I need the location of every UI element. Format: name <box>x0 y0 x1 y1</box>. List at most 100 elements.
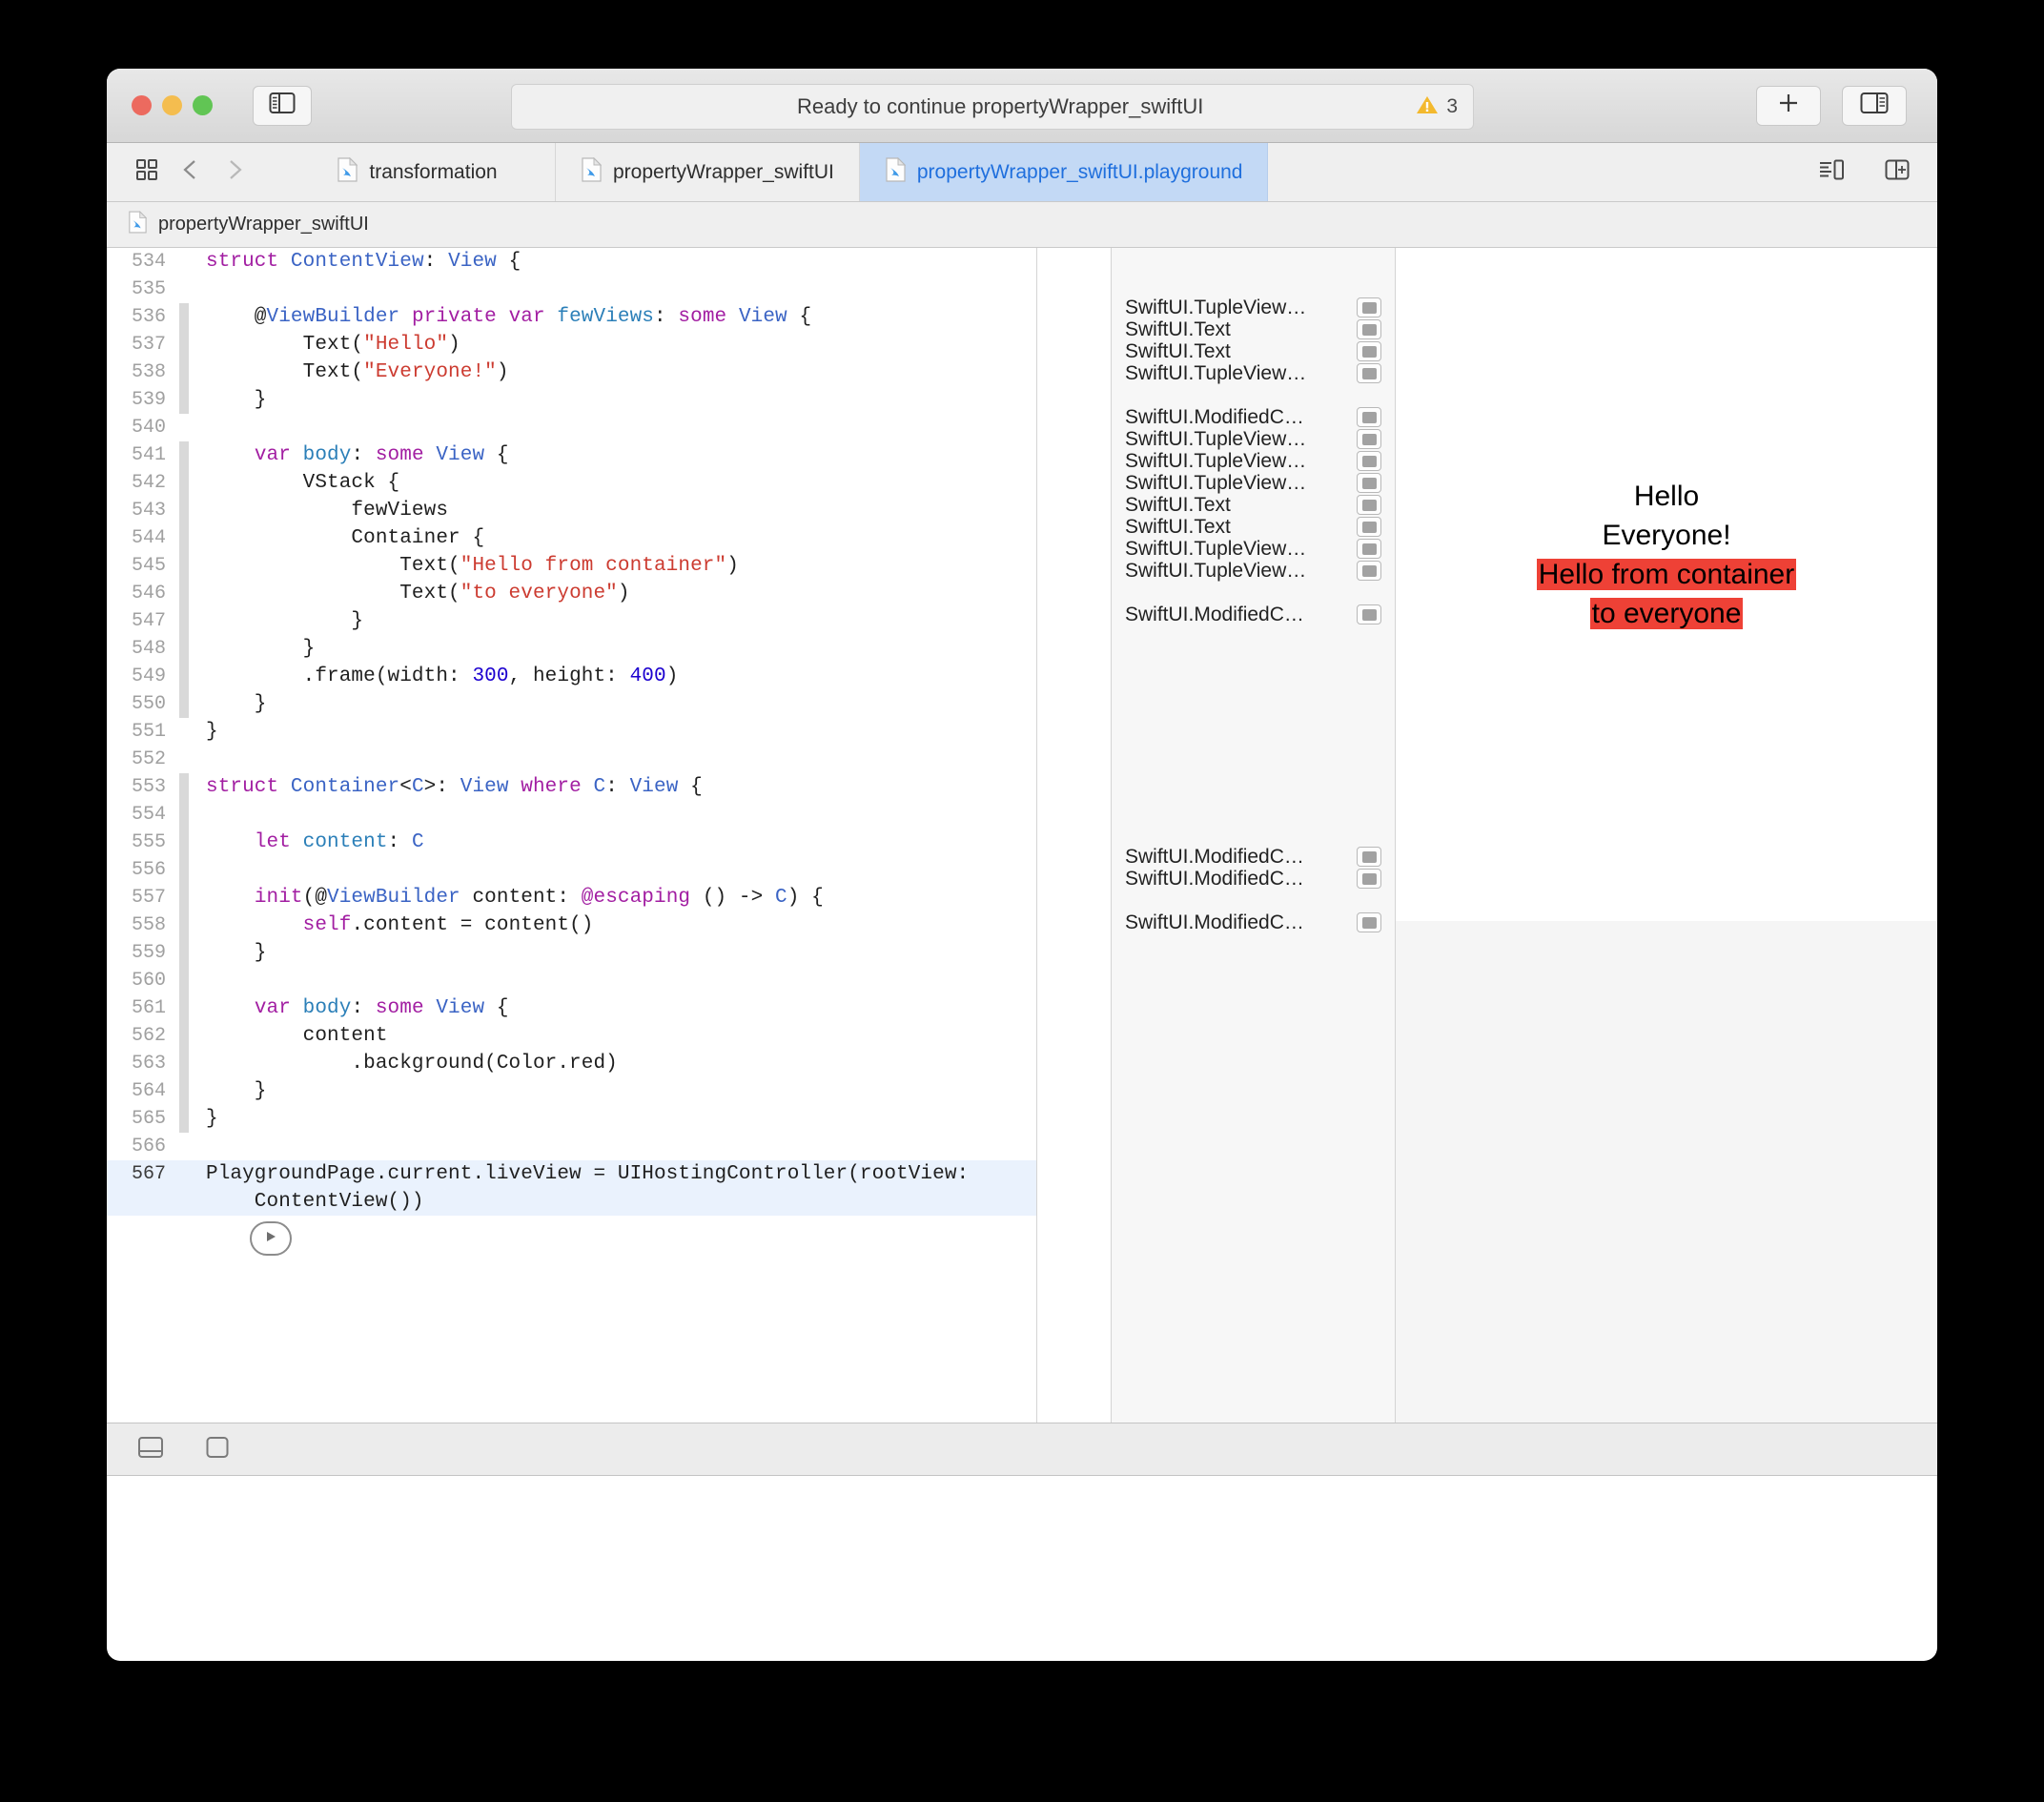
code-fold-ribbon[interactable] <box>179 303 189 331</box>
quick-look-button[interactable] <box>1357 604 1381 625</box>
code-fold-ribbon[interactable] <box>179 911 189 939</box>
code-line[interactable]: 542 VStack { <box>107 469 1036 497</box>
split-editor-button[interactable] <box>1878 154 1916 192</box>
code-line[interactable]: 538 Text("Everyone!") <box>107 358 1036 386</box>
result-row[interactable]: SwiftUI.ModifiedC… <box>1125 601 1381 628</box>
tab-overview-button[interactable] <box>128 154 166 192</box>
code-line[interactable]: 559 } <box>107 939 1036 967</box>
code-line[interactable]: 555 let content: C <box>107 829 1036 856</box>
code-line[interactable]: 536 @ViewBuilder private var fewViews: s… <box>107 303 1036 331</box>
tab-propertyWrapper-swiftUI[interactable]: propertyWrapper_swiftUI <box>556 143 860 201</box>
code-line[interactable]: 564 } <box>107 1077 1036 1105</box>
warning-indicator[interactable]: 3 <box>1416 94 1458 120</box>
code-fold-ribbon[interactable] <box>179 746 189 773</box>
code-fold-ribbon[interactable] <box>179 441 189 469</box>
navigator-toggle-button[interactable] <box>253 85 312 126</box>
result-row[interactable]: SwiftUI.TupleView… <box>1125 557 1381 584</box>
code-fold-ribbon[interactable] <box>179 414 189 441</box>
tab-transformation[interactable]: transformation <box>279 143 556 201</box>
code-fold-ribbon[interactable] <box>179 580 189 607</box>
code-line[interactable]: 546 Text("to everyone") <box>107 580 1036 607</box>
code-fold-ribbon[interactable] <box>179 994 189 1022</box>
quick-look-button[interactable] <box>1357 407 1381 427</box>
code-line[interactable]: 563 .background(Color.red) <box>107 1050 1036 1077</box>
code-line[interactable]: 560 <box>107 967 1036 994</box>
quick-look-button[interactable] <box>1357 847 1381 867</box>
results-sidebar[interactable]: SwiftUI.TupleView… SwiftUI.Text SwiftUI.Te… <box>1112 248 1396 1423</box>
code-fold-ribbon[interactable] <box>179 773 189 801</box>
code-fold-ribbon[interactable] <box>179 718 189 746</box>
navigate-forward-button[interactable] <box>215 154 254 192</box>
code-fold-ribbon[interactable] <box>179 801 189 829</box>
code-fold-ribbon[interactable] <box>179 856 189 884</box>
code-fold-ribbon[interactable] <box>179 607 189 635</box>
minimize-button[interactable] <box>162 95 182 115</box>
jump-bar[interactable]: propertyWrapper_swiftUI <box>107 202 1937 248</box>
code-fold-ribbon[interactable] <box>179 358 189 386</box>
code-line[interactable]: 534 struct ContentView: View { <box>107 248 1036 276</box>
code-line[interactable]: 552 <box>107 746 1036 773</box>
code-line[interactable]: 540 <box>107 414 1036 441</box>
quick-look-button[interactable] <box>1357 451 1381 471</box>
quick-look-button[interactable] <box>1357 869 1381 889</box>
code-line[interactable]: 561 var body: some View { <box>107 994 1036 1022</box>
code-line[interactable]: 548 } <box>107 635 1036 663</box>
inspector-toggle-button[interactable] <box>1842 85 1907 126</box>
code-fold-ribbon[interactable] <box>179 663 189 690</box>
code-line[interactable]: 558 self.content = content() <box>107 911 1036 939</box>
code-fold-ribbon[interactable] <box>179 635 189 663</box>
code-line[interactable]: ContentView()) <box>107 1188 1036 1216</box>
console-toggle-button[interactable] <box>132 1430 170 1468</box>
code-line[interactable]: 554 <box>107 801 1036 829</box>
code-editor[interactable]: 534 struct ContentView: View {535 536 @Vie… <box>107 248 1037 1423</box>
navigate-back-button[interactable] <box>172 154 210 192</box>
code-line[interactable]: 566 <box>107 1133 1036 1160</box>
code-fold-ribbon[interactable] <box>179 1160 189 1188</box>
code-fold-ribbon[interactable] <box>179 1050 189 1077</box>
quick-look-button[interactable] <box>1357 495 1381 515</box>
variables-toggle-button[interactable] <box>198 1430 236 1468</box>
close-button[interactable] <box>132 95 152 115</box>
status-bar[interactable]: Ready to continue propertyWrapper_swiftU… <box>511 84 1474 130</box>
result-row[interactable]: SwiftUI.TupleView… <box>1125 359 1381 387</box>
code-fold-ribbon[interactable] <box>179 1077 189 1105</box>
quick-look-button[interactable] <box>1357 561 1381 581</box>
quick-look-button[interactable] <box>1357 297 1381 317</box>
code-line[interactable]: 557 init(@ViewBuilder content: @escaping… <box>107 884 1036 911</box>
code-line[interactable]: 539 } <box>107 386 1036 414</box>
result-row[interactable]: SwiftUI.ModifiedC… <box>1125 909 1381 936</box>
code-fold-ribbon[interactable] <box>179 829 189 856</box>
code-fold-ribbon[interactable] <box>179 524 189 552</box>
code-fold-ribbon[interactable] <box>179 552 189 580</box>
code-fold-ribbon[interactable] <box>179 248 189 276</box>
code-fold-ribbon[interactable] <box>179 967 189 994</box>
code-fold-ribbon[interactable] <box>179 386 189 414</box>
quick-look-button[interactable] <box>1357 912 1381 932</box>
add-button[interactable] <box>1756 85 1821 126</box>
code-line[interactable]: 553 struct Container<C>: View where C: Vi… <box>107 773 1036 801</box>
code-line[interactable]: 567 PlaygroundPage.current.liveView = UIH… <box>107 1160 1036 1188</box>
code-fold-ribbon[interactable] <box>179 1105 189 1133</box>
code-fold-ribbon[interactable] <box>179 1133 189 1160</box>
code-line[interactable]: 565} <box>107 1105 1036 1133</box>
quick-look-button[interactable] <box>1357 341 1381 361</box>
code-line[interactable]: 545 Text("Hello from container") <box>107 552 1036 580</box>
code-line[interactable]: 556 <box>107 856 1036 884</box>
code-fold-ribbon[interactable] <box>179 497 189 524</box>
quick-look-button[interactable] <box>1357 539 1381 559</box>
quick-look-button[interactable] <box>1357 363 1381 383</box>
code-fold-ribbon[interactable] <box>179 690 189 718</box>
code-line[interactable]: 562 content <box>107 1022 1036 1050</box>
minimap-toggle-button[interactable] <box>1812 154 1850 192</box>
code-line[interactable]: 549 .frame(width: 300, height: 400) <box>107 663 1036 690</box>
code-line[interactable]: 541 var body: some View { <box>107 441 1036 469</box>
result-row[interactable]: SwiftUI.ModifiedC… <box>1125 865 1381 892</box>
quick-look-button[interactable] <box>1357 429 1381 449</box>
quick-look-button[interactable] <box>1357 517 1381 537</box>
code-line[interactable]: 543 fewViews <box>107 497 1036 524</box>
code-line[interactable]: 550 } <box>107 690 1036 718</box>
tab-propertyWrapper-swiftUI-playground[interactable]: propertyWrapper_swiftUI.playground <box>859 143 1269 201</box>
code-line[interactable]: 547 } <box>107 607 1036 635</box>
code-fold-ribbon[interactable] <box>179 331 189 358</box>
code-line[interactable]: 535 <box>107 276 1036 303</box>
